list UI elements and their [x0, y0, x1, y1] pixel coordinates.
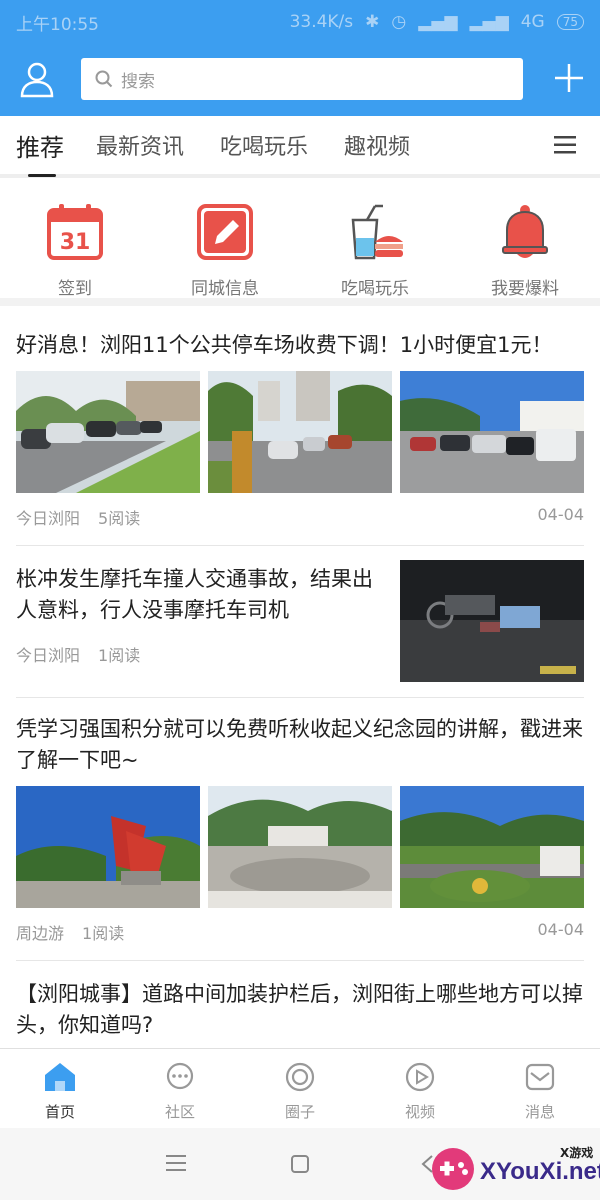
- alarm-icon: ◷: [391, 12, 407, 32]
- nav-home-label: 首页: [44, 1103, 75, 1121]
- signal-icon-2: ▂▄▆: [469, 12, 509, 32]
- article-reads: 5阅读: [98, 509, 141, 528]
- article-date: 04-04: [537, 920, 585, 939]
- network-speed: 33.4K/s: [289, 12, 354, 32]
- article-image: [400, 786, 584, 908]
- quick-food-fun-label: 吃喝玩乐: [341, 279, 409, 299]
- article-source: 今日浏阳: [16, 509, 81, 528]
- tab-fun-video[interactable]: 趣视频: [344, 129, 410, 161]
- article-reads: 1阅读: [82, 924, 125, 943]
- menu-icon[interactable]: [554, 136, 576, 154]
- calendar-day: 31: [60, 230, 91, 255]
- status-time: 上午10:55: [16, 14, 99, 35]
- article-card[interactable]: 凭学习强国积分就可以免费听秋收起义纪念园的讲解，戳进来了解一下吧~ 周边游 1阅…: [16, 698, 584, 961]
- watermark: X游戏 XYouXi.net: [420, 1140, 600, 1200]
- recents-menu-icon[interactable]: [166, 1154, 186, 1172]
- mail-icon: [525, 1063, 555, 1091]
- nav-circles-label: 圈子: [284, 1103, 315, 1121]
- plus-icon[interactable]: [553, 62, 585, 94]
- bottom-navigation: 首页 社区 圈子 视频 消息: [0, 1048, 600, 1128]
- article-reads: 1阅读: [98, 646, 141, 665]
- nav-video[interactable]: 视频: [360, 1049, 480, 1128]
- nav-messages[interactable]: 消息: [480, 1049, 600, 1128]
- nav-home[interactable]: 首页: [0, 1049, 120, 1128]
- article-title: 【浏阳城事】道路中间加装护栏后，浏阳街上哪些地方可以掉头，你知道吗?: [16, 982, 583, 1037]
- article-title: 凭学习强国积分就可以免费听秋收起义纪念园的讲解，戳进来了解一下吧~: [16, 717, 583, 772]
- status-bar: 上午10:55 33.4K/s ✱ ◷ ▂▄▆ ▂▄▆ 4G 75: [0, 0, 600, 44]
- article-image: [400, 560, 584, 682]
- circle-icon: [285, 1062, 315, 1092]
- play-icon: [405, 1062, 435, 1092]
- quick-food-fun[interactable]: 吃喝玩乐: [315, 202, 435, 299]
- quick-signin[interactable]: 31 签到: [15, 202, 135, 299]
- quick-local-info-label: 同城信息: [191, 279, 259, 299]
- search-placeholder: 搜索: [121, 71, 155, 92]
- search-icon: [95, 70, 113, 88]
- search-input[interactable]: 搜索: [81, 58, 523, 100]
- edit-icon: [197, 204, 253, 260]
- signal-icon: ▂▄▆: [418, 12, 458, 32]
- article-card[interactable]: 【浏阳城事】道路中间加装护栏后，浏阳街上哪些地方可以掉头，你知道吗?: [16, 961, 584, 1041]
- user-icon[interactable]: [18, 60, 56, 98]
- news-feed: 好消息！浏阳11个公共停车场收费下调！1小时便宜1元！ 今日浏阳 5阅读 04-…: [0, 314, 600, 1048]
- quick-local-info[interactable]: 同城信息: [165, 202, 285, 299]
- article-image: [208, 786, 392, 908]
- nav-video-label: 视频: [404, 1103, 435, 1121]
- article-image: [400, 371, 584, 493]
- gamepad-logo-icon: [432, 1148, 474, 1190]
- nav-circles[interactable]: 圈子: [240, 1049, 360, 1128]
- tab-food-fun[interactable]: 吃喝玩乐: [220, 129, 308, 161]
- bell-icon: [502, 205, 548, 258]
- home-icon: [45, 1063, 75, 1091]
- article-image: [208, 371, 392, 493]
- article-image: [16, 371, 200, 493]
- article-source: 周边游: [16, 924, 65, 943]
- app-header: 搜索: [0, 44, 600, 116]
- network-type: 4G: [520, 12, 545, 32]
- nav-community-label: 社区: [164, 1103, 195, 1121]
- bluetooth-icon: ✱: [365, 12, 380, 32]
- nav-community[interactable]: 社区: [120, 1049, 240, 1128]
- quick-report[interactable]: 我要爆料: [465, 202, 585, 299]
- quick-actions: 31 签到 同城信息 吃喝玩乐 我要爆料: [0, 186, 600, 306]
- article-title: 枨冲发生摩托车撞人交通事故，结果出人意料，行人没事摩托车司机: [16, 567, 373, 622]
- battery-indicator: 75: [556, 14, 584, 30]
- category-tabs: 推荐 最新资讯 吃喝玩乐 趣视频: [0, 116, 600, 178]
- watermark-site: XYouXi.net: [480, 1158, 600, 1185]
- article-title: 好消息！浏阳11个公共停车场收费下调！1小时便宜1元！: [16, 333, 553, 357]
- chat-icon: [166, 1062, 194, 1090]
- tab-latest-news[interactable]: 最新资讯: [96, 129, 184, 161]
- drink-burger-icon: [351, 204, 403, 260]
- article-date: 04-04: [537, 505, 585, 524]
- tab-recommend[interactable]: 推荐: [16, 128, 64, 177]
- article-image: [16, 786, 200, 908]
- article-source: 今日浏阳: [16, 646, 81, 665]
- home-square-icon[interactable]: [290, 1154, 310, 1174]
- nav-messages-label: 消息: [524, 1103, 555, 1121]
- quick-signin-label: 签到: [58, 279, 92, 299]
- quick-report-label: 我要爆料: [491, 279, 559, 299]
- calendar-icon: 31: [47, 204, 103, 260]
- article-card[interactable]: 好消息！浏阳11个公共停车场收费下调！1小时便宜1元！ 今日浏阳 5阅读 04-…: [16, 314, 584, 546]
- article-card[interactable]: 枨冲发生摩托车撞人交通事故，结果出人意料，行人没事摩托车司机 今日浏阳 1阅读: [16, 546, 584, 698]
